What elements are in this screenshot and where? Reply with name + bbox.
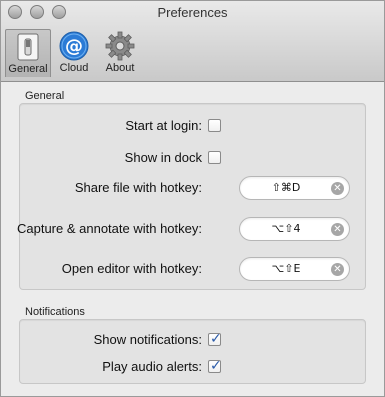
capture-hotkey-field[interactable]: ⌥⇧4 ✕ <box>239 217 350 241</box>
start-at-login-label: Start at login: <box>125 118 202 133</box>
at-sign-icon: @ <box>51 30 97 62</box>
show-notifications-row: Show notifications: ✓ <box>20 328 367 352</box>
window-title: Preferences <box>157 5 228 20</box>
tab-about[interactable]: About <box>97 29 143 77</box>
show-in-dock-label: Show in dock <box>124 150 202 165</box>
clear-share-file-hotkey-button[interactable]: ✕ <box>331 182 344 195</box>
checkmark-icon: ✓ <box>210 357 222 373</box>
editor-hotkey-row: Open editor with hotkey: ⌥⇧E ✕ <box>20 257 367 281</box>
switch-icon <box>6 31 50 63</box>
share-file-hotkey-field[interactable]: ⇧⌘D ✕ <box>239 176 350 200</box>
start-at-login-checkbox[interactable] <box>208 119 221 132</box>
capture-hotkey-row: Capture & annotate with hotkey: ⌥⇧4 ✕ <box>16 217 367 241</box>
play-audio-alerts-label: Play audio alerts: <box>102 359 202 374</box>
general-group: Start at login: Show in dock Share file … <box>16 103 367 290</box>
editor-hotkey-label: Open editor with hotkey: <box>61 261 202 276</box>
editor-hotkey-field[interactable]: ⌥⇧E ✕ <box>239 257 350 281</box>
svg-text:@: @ <box>65 36 83 57</box>
titlebar: Preferences General @ Cloud About <box>1 1 384 82</box>
show-in-dock-checkbox[interactable] <box>208 151 221 164</box>
checkmark-icon: ✓ <box>210 330 222 346</box>
play-audio-alerts-checkbox[interactable]: ✓ <box>208 357 222 373</box>
gear-icon <box>97 30 143 62</box>
notifications-group: Show notifications: ✓ Play audio alerts:… <box>19 319 366 384</box>
share-file-hotkey-row: Share file with hotkey: ⇧⌘D ✕ <box>20 176 367 200</box>
preferences-window: Preferences General @ Cloud About Genera… <box>0 0 385 397</box>
tab-about-label: About <box>105 62 135 74</box>
clear-editor-hotkey-button[interactable]: ✕ <box>331 263 344 276</box>
share-file-hotkey-label: Share file with hotkey: <box>74 180 202 195</box>
clear-capture-hotkey-button[interactable]: ✕ <box>331 223 344 236</box>
general-section-title: General <box>25 90 65 102</box>
capture-hotkey-label: Capture & annotate with hotkey: <box>16 221 202 236</box>
show-in-dock-row: Show in dock <box>20 146 367 170</box>
tab-general-label: General <box>8 63 48 75</box>
show-notifications-label: Show notifications: <box>93 332 202 347</box>
notifications-section-title: Notifications <box>25 306 85 318</box>
tab-cloud-label: Cloud <box>59 62 89 74</box>
play-audio-alerts-row: Play audio alerts: ✓ <box>20 355 367 379</box>
show-notifications-checkbox[interactable]: ✓ <box>208 330 222 346</box>
tab-cloud[interactable]: @ Cloud <box>51 29 97 77</box>
editor-hotkey-value: ⌥⇧E <box>271 262 301 275</box>
start-at-login-row: Start at login: <box>20 114 367 138</box>
tab-general[interactable]: General <box>5 29 51 77</box>
share-file-hotkey-value: ⇧⌘D <box>271 181 301 194</box>
capture-hotkey-value: ⌥⇧4 <box>271 222 301 235</box>
toolbar: General @ Cloud About <box>5 29 143 77</box>
